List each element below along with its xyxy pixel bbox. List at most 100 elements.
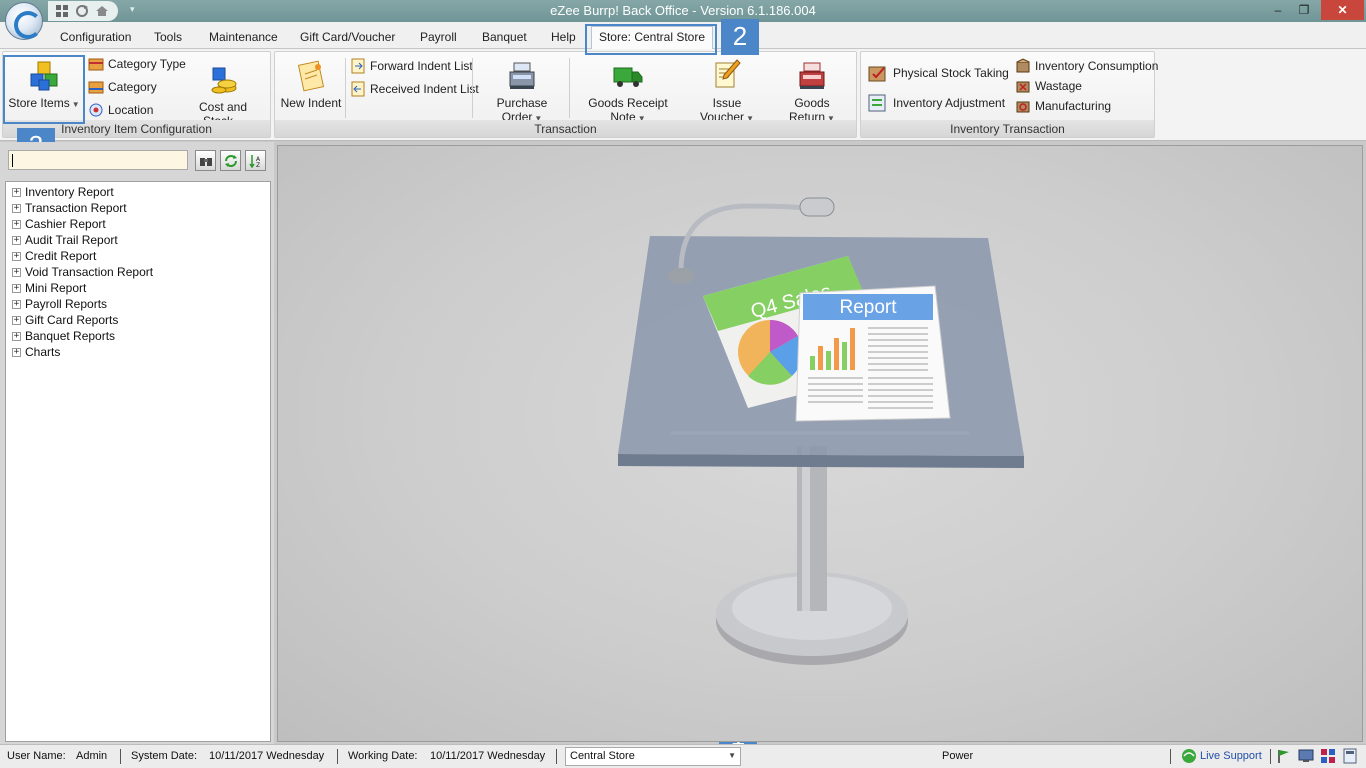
report-title-text: Report — [839, 297, 897, 318]
tree-item-credit-report[interactable]: + Credit Report — [6, 248, 270, 264]
maximize-button[interactable]: ❐ — [1290, 0, 1318, 20]
left-panel: AZ + Inventory Report + Transaction Report… — [0, 142, 274, 744]
consumption-box-icon — [1016, 58, 1030, 73]
inventory-adjustment-button[interactable]: Inventory Adjustment — [867, 92, 1005, 114]
working-date-value: 10/11/2017 Wednesday — [430, 750, 546, 762]
new-indent-button[interactable]: New Indent — [279, 60, 343, 110]
user-name-value: Admin — [76, 750, 108, 762]
tree-item-label: Gift Card Reports — [25, 313, 119, 327]
wastage-box-icon — [1016, 81, 1030, 93]
tree-item-inventory-report[interactable]: + Inventory Report — [6, 184, 270, 200]
app-menu-orb-icon[interactable] — [5, 2, 43, 40]
tab-tools[interactable]: Tools — [148, 27, 188, 47]
separator — [556, 749, 557, 764]
expand-icon[interactable]: + — [12, 331, 21, 341]
purchase-order-button[interactable]: Purchase Order ▼ — [477, 60, 567, 124]
sort-az-button[interactable]: AZ — [245, 150, 266, 171]
binoculars-button[interactable] — [195, 150, 216, 171]
tree-item-gift-card-reports[interactable]: + Gift Card Reports — [6, 312, 270, 328]
manufacturing-box-icon — [1016, 101, 1030, 113]
store-selector[interactable]: Central Store ▼ — [565, 747, 741, 766]
tree-item-transaction-report[interactable]: + Transaction Report — [6, 200, 270, 216]
tab-gift-card-voucher[interactable]: Gift Card/Voucher — [294, 27, 401, 47]
expand-icon[interactable]: + — [12, 219, 21, 229]
live-support-link[interactable]: Live Support — [1181, 748, 1262, 764]
issue-voucher-button[interactable]: Issue Voucher ▼ — [685, 56, 769, 124]
chevron-down-icon[interactable]: ▼ — [728, 751, 736, 760]
status-bar: User Name: Admin System Date: 10/11/2017… — [0, 744, 1366, 768]
close-button[interactable]: ✕ — [1321, 0, 1364, 20]
received-indent-list-button[interactable]: Received Indent List — [350, 81, 479, 97]
expand-icon[interactable]: + — [12, 267, 21, 277]
category-type-label: Category Type — [108, 57, 186, 71]
flag-icon[interactable] — [1276, 748, 1292, 767]
tree-item-label: Payroll Reports — [25, 297, 108, 311]
bar-mark — [834, 338, 839, 370]
main-workspace: Q4 Sales Report — [277, 145, 1363, 742]
refresh-button[interactable] — [220, 150, 241, 171]
binoculars-icon — [199, 157, 212, 166]
expand-icon[interactable]: + — [12, 235, 21, 245]
goods-return-button[interactable]: Goods Return ▼ — [771, 60, 853, 124]
cash-register-icon — [509, 62, 535, 89]
monitor-icon[interactable] — [1298, 748, 1314, 767]
user-name-label: User Name: — [7, 750, 66, 762]
expand-icon[interactable]: + — [12, 299, 21, 309]
inventory-adjustment-label: Inventory Adjustment — [893, 96, 1006, 110]
apps-grid-icon[interactable] — [1320, 748, 1336, 767]
adjustment-icon — [868, 94, 886, 112]
tab-maintenance[interactable]: Maintenance — [203, 27, 284, 47]
calculator-icon[interactable] — [1342, 748, 1358, 767]
tree-item-cashier-report[interactable]: + Cashier Report — [6, 216, 270, 232]
expand-icon[interactable]: + — [12, 187, 21, 197]
manufacturing-label: Manufacturing — [1035, 99, 1112, 113]
minimize-button[interactable]: – — [1264, 0, 1292, 20]
tab-payroll[interactable]: Payroll — [414, 27, 463, 47]
inventory-consumption-button[interactable]: Inventory Consumption — [1015, 58, 1158, 74]
inventory-consumption-label: Inventory Consumption — [1035, 59, 1159, 73]
tree-item-payroll-reports[interactable]: + Payroll Reports — [6, 296, 270, 312]
category-button[interactable]: Category — [88, 79, 157, 95]
tree-item-label: Void Transaction Report — [25, 265, 154, 279]
goods-receipt-note-button[interactable]: Goods Receipt Note ▼ — [573, 60, 683, 124]
tree-item-label: Mini Report — [25, 281, 87, 295]
window-title: eZee Burrp! Back Office - Version 6.1.18… — [550, 3, 816, 18]
cost-and-stock-button[interactable]: Cost and Stock▼ — [179, 64, 267, 128]
location-button[interactable]: Location — [88, 102, 153, 118]
separator — [1170, 749, 1171, 764]
expand-icon[interactable]: + — [12, 315, 21, 325]
forward-indent-list-label: Forward Indent List — [370, 59, 473, 73]
wastage-button[interactable]: Wastage — [1015, 78, 1082, 94]
group-transaction: New Indent Forward Indent List Received … — [274, 51, 857, 138]
tree-item-banquet-reports[interactable]: + Banquet Reports — [6, 328, 270, 344]
category-type-button[interactable]: Category Type — [88, 56, 186, 72]
received-indent-list-label: Received Indent List — [370, 82, 479, 96]
podium-illustration: Q4 Sales Report — [618, 197, 1024, 665]
report-search-input[interactable] — [8, 150, 188, 170]
tree-item-void-transaction-report[interactable]: + Void Transaction Report — [6, 264, 270, 280]
notepad-pencil-icon — [715, 59, 741, 88]
expand-icon[interactable]: + — [12, 203, 21, 213]
tree-item-audit-trail-report[interactable]: + Audit Trail Report — [6, 232, 270, 248]
expand-icon[interactable]: + — [12, 347, 21, 357]
manufacturing-button[interactable]: Manufacturing — [1015, 98, 1111, 114]
wastage-label: Wastage — [1035, 79, 1082, 93]
group-label: Inventory Transaction — [861, 120, 1154, 137]
location-label: Location — [108, 103, 154, 117]
title-bar: ▾ eZee Burrp! Back Office - Version 6.1.… — [0, 0, 1366, 40]
tab-configuration[interactable]: Configuration — [54, 27, 137, 47]
tree-item-mini-report[interactable]: + Mini Report — [6, 280, 270, 296]
tab-banquet[interactable]: Banquet — [476, 27, 533, 47]
expand-icon[interactable]: + — [12, 251, 21, 261]
working-date-label: Working Date: — [348, 750, 418, 762]
physical-stock-taking-button[interactable]: Physical Stock Taking — [867, 62, 1009, 84]
live-support-icon — [1182, 749, 1196, 763]
physical-stock-taking-label: Physical Stock Taking — [893, 66, 1009, 80]
separator — [472, 58, 473, 118]
return-register-icon — [799, 62, 825, 89]
tree-item-charts[interactable]: + Charts — [6, 344, 270, 360]
forward-indent-list-button[interactable]: Forward Indent List — [350, 58, 473, 74]
tree-item-label: Inventory Report — [25, 185, 114, 199]
tab-help[interactable]: Help — [545, 27, 582, 47]
expand-icon[interactable]: + — [12, 283, 21, 293]
